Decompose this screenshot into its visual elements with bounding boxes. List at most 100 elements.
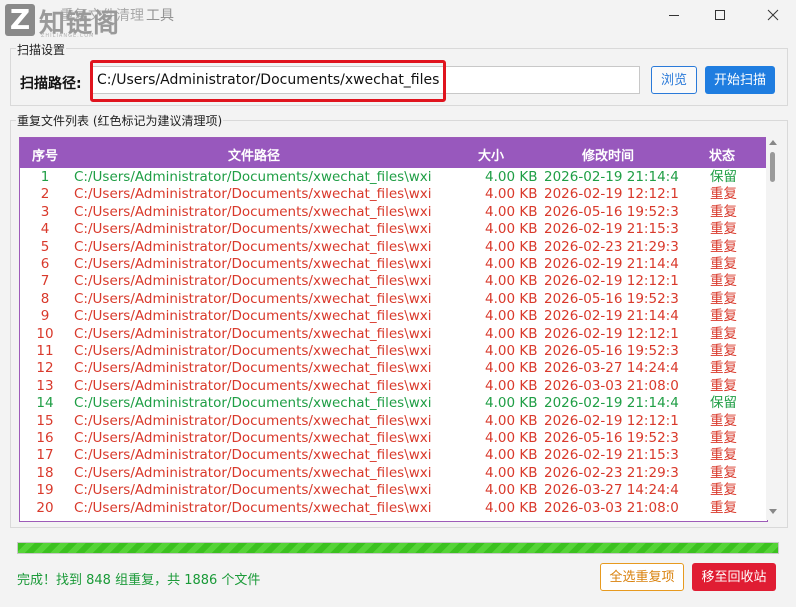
table-row[interactable]: 2 C:/Users/Administrator/Documents/xwecha… bbox=[20, 186, 767, 203]
column-header-path[interactable]: 文件路径 bbox=[228, 145, 280, 164]
row-path: C:/Users/Administrator/Documents/xwechat… bbox=[74, 412, 432, 429]
row-status: 重复 bbox=[710, 447, 737, 464]
minimize-icon bbox=[669, 15, 679, 16]
row-path: C:/Users/Administrator/Documents/xwechat… bbox=[74, 499, 432, 516]
column-header-index[interactable]: 序号 bbox=[32, 145, 58, 164]
table-row[interactable]: 8 C:/Users/Administrator/Documents/xwecha… bbox=[20, 291, 767, 308]
row-time: 2026-02-19 21:14:4 bbox=[544, 256, 679, 272]
table-row[interactable]: 4 C:/Users/Administrator/Documents/xwecha… bbox=[20, 221, 767, 238]
scroll-up-icon[interactable] bbox=[769, 140, 777, 145]
row-status: 保留 bbox=[710, 169, 737, 185]
column-header-time[interactable]: 修改时间 bbox=[582, 145, 634, 164]
row-status: 重复 bbox=[710, 430, 737, 446]
row-index: 9 bbox=[40, 308, 50, 325]
row-status: 重复 bbox=[710, 325, 737, 342]
minimize-button[interactable] bbox=[651, 0, 697, 30]
row-time: 2026-02-19 21:15:3 bbox=[544, 221, 679, 238]
maximize-icon bbox=[715, 10, 725, 20]
row-status: 重复 bbox=[710, 499, 737, 516]
row-path: C:/Users/Administrator/Documents/xwechat… bbox=[74, 325, 432, 342]
scroll-thumb[interactable] bbox=[770, 152, 775, 182]
row-index: 5 bbox=[40, 238, 50, 255]
row-path: C:/Users/Administrator/Documents/xwechat… bbox=[74, 256, 432, 272]
maximize-button[interactable] bbox=[697, 0, 743, 30]
table-row[interactable]: 18 C:/Users/Administrator/Documents/xwech… bbox=[20, 465, 767, 482]
row-status: 重复 bbox=[710, 256, 737, 272]
column-header-status[interactable]: 状态 bbox=[709, 145, 735, 164]
column-header-size[interactable]: 大小 bbox=[478, 145, 504, 164]
row-size: 4.00 KB bbox=[485, 447, 538, 464]
row-index: 12 bbox=[36, 360, 54, 377]
row-path: C:/Users/Administrator/Documents/xwechat… bbox=[74, 221, 432, 238]
table-row[interactable]: 15 C:/Users/Administrator/Documents/xwech… bbox=[20, 413, 767, 430]
row-size: 4.00 KB bbox=[485, 360, 538, 377]
title-bar: 重复文件清理 工具 Z 知链阁 ZHILIANGE.COM bbox=[0, 0, 796, 39]
row-path: C:/Users/Administrator/Documents/xwechat… bbox=[74, 360, 432, 377]
table-row[interactable]: 20 C:/Users/Administrator/Documents/xwech… bbox=[20, 500, 767, 517]
row-status: 重复 bbox=[710, 290, 737, 307]
row-size: 4.00 KB bbox=[485, 499, 538, 516]
row-time: 2026-05-16 19:52:3 bbox=[544, 343, 679, 359]
logo-z-icon: Z bbox=[5, 4, 35, 36]
row-time: 2026-02-19 21:14:4 bbox=[544, 169, 679, 185]
row-index: 6 bbox=[40, 256, 50, 272]
row-path: C:/Users/Administrator/Documents/xwechat… bbox=[74, 290, 432, 307]
browse-button[interactable]: 浏览 bbox=[651, 66, 697, 94]
row-status: 重复 bbox=[710, 482, 737, 499]
row-status: 重复 bbox=[710, 238, 737, 255]
file-list-title: 重复文件列表 (红色标记为建议清理项) bbox=[16, 112, 224, 129]
table-row[interactable]: 17 C:/Users/Administrator/Documents/xwech… bbox=[20, 447, 767, 464]
start-scan-button[interactable]: 开始扫描 bbox=[705, 66, 775, 94]
scan-settings-title: 扫描设置 bbox=[16, 41, 67, 58]
table-row[interactable]: 12 C:/Users/Administrator/Documents/xwech… bbox=[20, 360, 767, 377]
row-time: 2026-02-19 12:12:1 bbox=[544, 412, 679, 429]
row-index: 3 bbox=[40, 203, 50, 220]
row-path: C:/Users/Administrator/Documents/xwechat… bbox=[74, 482, 432, 499]
row-path: C:/Users/Administrator/Documents/xwechat… bbox=[74, 308, 432, 325]
select-duplicates-button[interactable]: 全选重复项 bbox=[600, 563, 684, 591]
table-row[interactable]: 9 C:/Users/Administrator/Documents/xwecha… bbox=[20, 308, 767, 325]
progress-bar bbox=[17, 542, 779, 554]
table-row[interactable]: 11 C:/Users/Administrator/Documents/xwech… bbox=[20, 343, 767, 360]
row-path: C:/Users/Administrator/Documents/xwechat… bbox=[74, 395, 432, 412]
row-size: 4.00 KB bbox=[485, 430, 538, 446]
move-to-recycle-bin-button[interactable]: 移至回收站 bbox=[692, 563, 776, 591]
row-size: 4.00 KB bbox=[485, 256, 538, 272]
row-path: C:/Users/Administrator/Documents/xwechat… bbox=[74, 343, 432, 359]
close-button[interactable] bbox=[750, 0, 796, 30]
table-row[interactable]: 13 C:/Users/Administrator/Documents/xwech… bbox=[20, 378, 767, 395]
row-index: 11 bbox=[36, 343, 54, 359]
table-header: 序号 文件路径 大小 修改时间 状态 bbox=[20, 138, 767, 168]
row-index: 8 bbox=[40, 290, 50, 307]
row-size: 4.00 KB bbox=[485, 221, 538, 238]
row-status: 重复 bbox=[710, 273, 737, 290]
row-path: C:/Users/Administrator/Documents/xwechat… bbox=[74, 169, 432, 185]
row-time: 2026-05-16 19:52:3 bbox=[544, 203, 679, 220]
table-row[interactable]: 3 C:/Users/Administrator/Documents/xwecha… bbox=[20, 204, 767, 221]
row-path: C:/Users/Administrator/Documents/xwechat… bbox=[74, 238, 432, 255]
row-path: C:/Users/Administrator/Documents/xwechat… bbox=[74, 273, 432, 290]
scan-path-input[interactable] bbox=[90, 66, 640, 94]
row-status: 重复 bbox=[710, 308, 737, 325]
scroll-down-icon[interactable] bbox=[769, 509, 777, 514]
table-row[interactable]: 1 C:/Users/Administrator/Documents/xwecha… bbox=[20, 169, 767, 186]
row-status: 重复 bbox=[710, 377, 737, 394]
table-row[interactable]: 16 C:/Users/Administrator/Documents/xwech… bbox=[20, 430, 767, 447]
row-time: 2026-02-19 12:12:1 bbox=[544, 273, 679, 290]
row-size: 4.00 KB bbox=[485, 203, 538, 220]
table-row[interactable]: 5 C:/Users/Administrator/Documents/xwecha… bbox=[20, 239, 767, 256]
table-row[interactable]: 7 C:/Users/Administrator/Documents/xwecha… bbox=[20, 273, 767, 290]
row-index: 20 bbox=[36, 499, 54, 516]
status-message: 完成！找到 848 组重复，共 1886 个文件 bbox=[17, 573, 261, 588]
table-row[interactable]: 19 C:/Users/Administrator/Documents/xwech… bbox=[20, 482, 767, 499]
table-row[interactable]: 10 C:/Users/Administrator/Documents/xwech… bbox=[20, 326, 767, 343]
row-size: 4.00 KB bbox=[485, 308, 538, 325]
row-size: 4.00 KB bbox=[485, 169, 538, 185]
table-row[interactable]: 14 C:/Users/Administrator/Documents/xwech… bbox=[20, 395, 767, 412]
table-row[interactable]: 6 C:/Users/Administrator/Documents/xwecha… bbox=[20, 256, 767, 273]
row-index: 19 bbox=[36, 482, 54, 499]
row-size: 4.00 KB bbox=[485, 412, 538, 429]
table-scrollbar[interactable] bbox=[766, 137, 780, 520]
row-path: C:/Users/Administrator/Documents/xwechat… bbox=[74, 203, 432, 220]
row-size: 4.00 KB bbox=[485, 482, 538, 499]
